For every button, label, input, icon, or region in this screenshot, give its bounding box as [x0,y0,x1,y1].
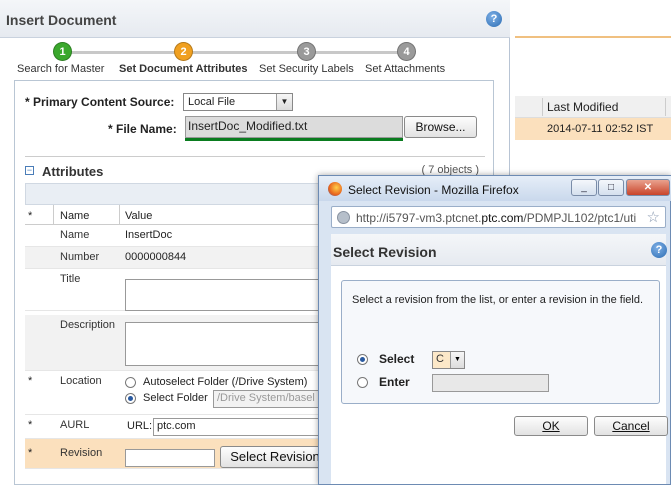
column-separator [119,205,120,225]
select-radio[interactable] [357,354,368,365]
help-icon[interactable]: ? [486,11,502,27]
popup-header: Select Revision ? [331,234,667,266]
popup-content: Select Revision ? Select a revision from… [331,234,667,484]
folder-path-field[interactable]: /Drive System/basel [213,390,323,408]
step-1-label[interactable]: Search for Master [17,63,104,75]
autoselect-folder-radio[interactable] [125,377,136,388]
wizard-steps: 1 Search for Master 2 Set Document Attri… [0,38,510,78]
autoselect-folder-label: Autoselect Folder (/Drive System) [143,376,308,388]
cancel-button[interactable]: Cancel [594,416,668,436]
dialog-title: Insert Document [6,12,117,28]
url-domain: ptc.com [481,211,524,225]
chevron-down-icon: ▼ [276,94,292,110]
row-label: Revision [60,447,103,459]
step-2-icon[interactable]: 2 [174,42,193,61]
enter-revision-field[interactable] [432,374,549,392]
popup-window-title: Select Revision - Mozilla Firefox [348,183,519,197]
file-name-underline [185,138,403,141]
row-label: Description [60,319,116,331]
background-rule [515,36,671,38]
instruction-text: Select a revision from the list, or ente… [352,294,644,306]
row-label: Location [60,375,102,387]
enter-radio[interactable] [357,377,368,388]
row-label: AURL [60,419,90,431]
popup-heading: Select Revision [333,244,437,260]
select-folder-radio[interactable] [125,393,136,404]
column-separator [53,205,54,225]
value-column-header[interactable]: Value [125,210,152,222]
name-column-header[interactable]: Name [60,210,89,222]
step-4-icon[interactable]: 4 [397,42,416,61]
last-modified-header[interactable]: Last Modified [547,100,618,114]
row-value: InsertDoc [125,229,173,241]
url-prefix: http://i5797-vm3.ptcnet. [356,211,482,225]
select-folder-label: Select Folder [143,392,208,404]
step-3-icon[interactable]: 3 [297,42,316,61]
step-3-label[interactable]: Set Security Labels [259,63,354,75]
file-name-field[interactable]: InsertDoc_Modified.txt [185,116,403,138]
required-marker: * [28,419,33,431]
maximize-button[interactable]: □ [598,179,624,196]
row-value: 0000000844 [125,251,187,263]
select-revision-window: Select Revision - Mozilla Firefox _ □ ✕ … [318,175,671,485]
url-prefix-label: URL: [127,420,153,432]
row-label: Number [60,251,100,263]
aurl-input[interactable]: ptc.com [153,418,323,436]
primary-source-label: * Primary Content Source: [25,95,175,109]
popup-titlebar: Select Revision - Mozilla Firefox _ □ ✕ [319,176,671,201]
help-icon[interactable]: ? [651,242,667,258]
address-bar[interactable]: http://i5797-vm3.ptcnet.ptc.com/PDMPJL10… [331,206,666,228]
revision-select[interactable]: C ▼ [432,351,465,369]
step-2-label[interactable]: Set Document Attributes [119,63,248,75]
row-label: Name [60,229,90,241]
globe-icon [337,211,350,224]
file-name-label: * File Name: [108,122,177,136]
browse-button[interactable]: Browse... [404,116,477,138]
steps-line [62,51,407,54]
background-table-header: Last Modified [515,96,671,118]
step-1-icon[interactable]: 1 [53,42,72,61]
column-separator [542,98,543,116]
address-url: http://i5797-vm3.ptcnet.ptc.com/PDMPJL10… [356,211,646,225]
required-marker: * [28,447,33,459]
enter-option-label: Enter [379,375,410,389]
bookmark-star-icon[interactable]: ☆ [647,208,660,226]
background-table-row[interactable]: 2014-07-11 02:52 IST [515,118,671,140]
required-marker: * [28,375,33,387]
collapse-icon[interactable]: − [25,166,34,175]
close-button[interactable]: ✕ [626,179,670,196]
dialog-titlebar: Insert Document ? [0,0,510,38]
primary-source-select[interactable]: Local File ▼ [183,93,293,111]
attributes-title: Attributes [42,164,104,179]
select-option-label: Select [379,352,415,366]
url-suffix: /PDMPJL102/ptc1/uti [523,211,637,225]
firefox-icon [328,182,342,196]
ok-button[interactable]: OK [514,416,588,436]
required-column-header: * [28,210,33,222]
column-separator [665,98,666,116]
revision-fieldset: Select a revision from the list, or ente… [341,280,660,404]
primary-source-value: Local File [188,96,236,108]
row-label: Title [60,273,81,285]
last-modified-cell: 2014-07-11 02:52 IST [547,123,654,135]
step-4-label[interactable]: Set Attachments [365,63,445,75]
revision-select-value: C [436,353,444,365]
revision-input[interactable] [125,449,215,467]
select-revision-button[interactable]: Select Revision [220,446,330,468]
minimize-button[interactable]: _ [571,179,597,196]
chevron-down-icon: ▼ [450,352,464,368]
